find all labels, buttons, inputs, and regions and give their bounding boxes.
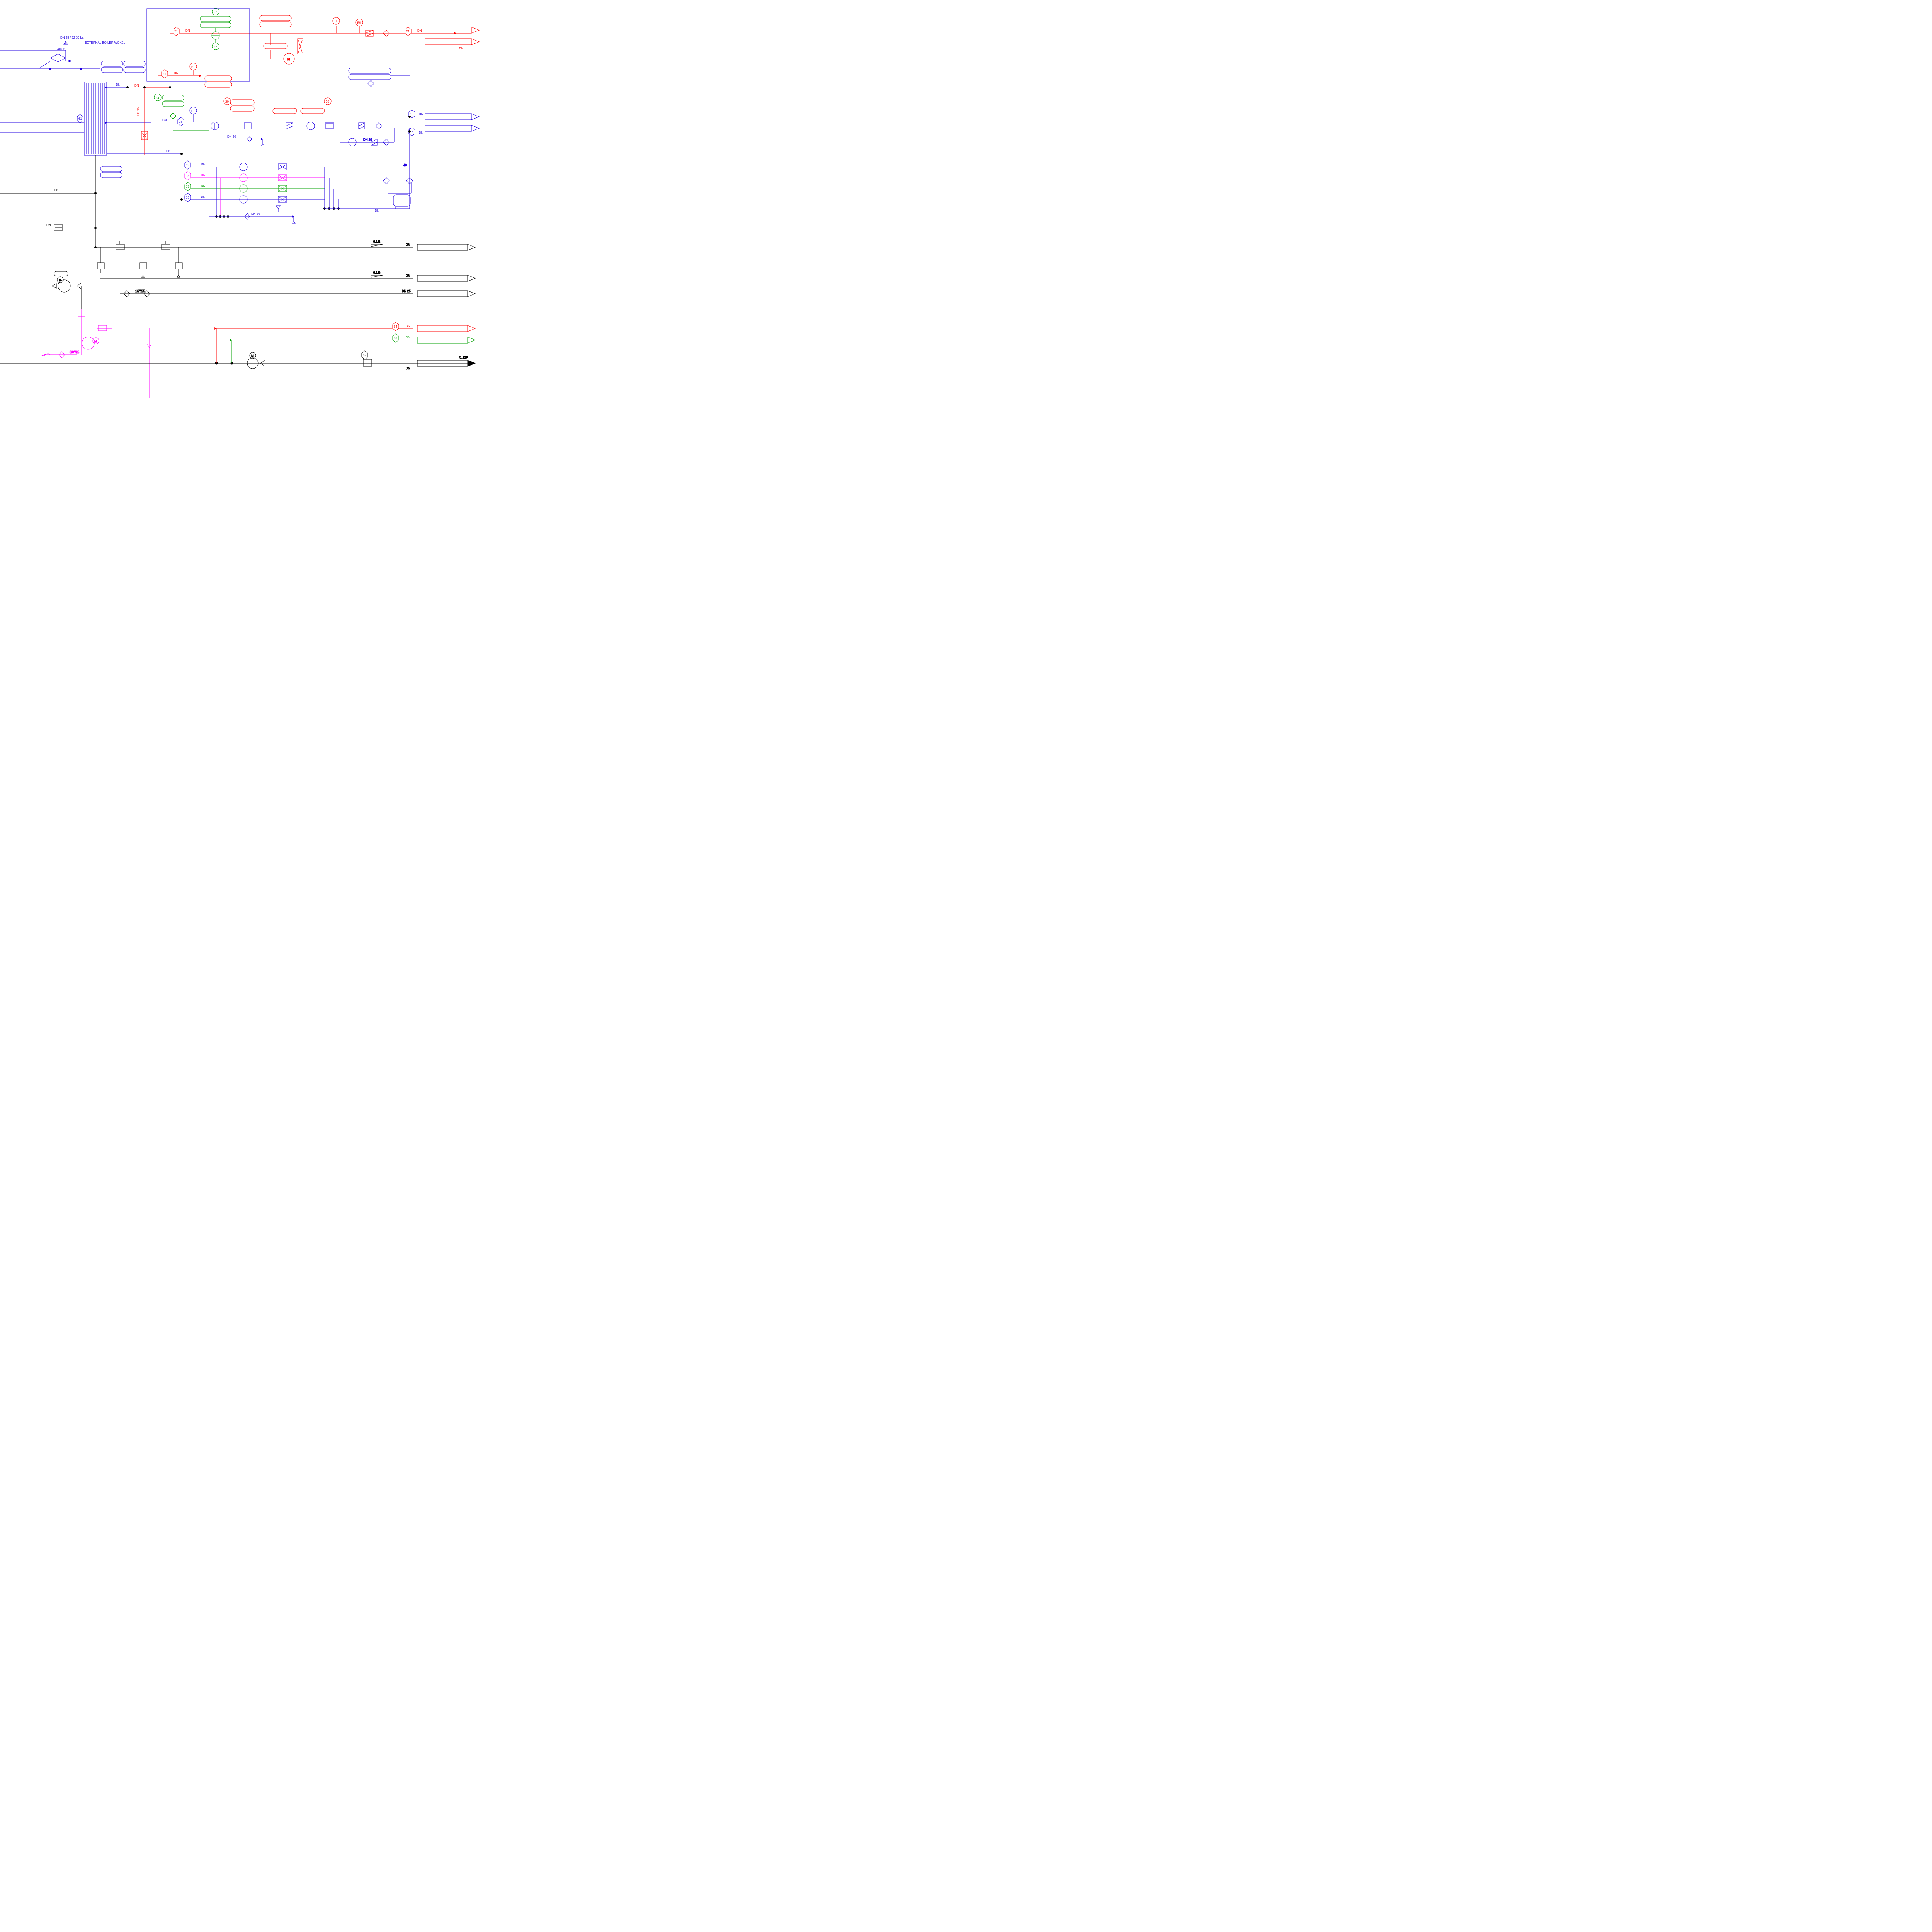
dn-l1: DN (116, 83, 121, 87)
svg-text:24: 24 (156, 96, 159, 100)
svg-text:52: 52 (363, 354, 366, 357)
svg-text:16: 16 (410, 112, 413, 116)
header-group: DN 25 / 32 36 bar EXTERNAL BOILER WOK01 … (0, 36, 145, 73)
tag-24: 24 (154, 94, 161, 101)
dn-l5: DN (46, 223, 51, 227)
svg-text:20: 20 (225, 100, 229, 104)
svg-text:M: M (59, 279, 61, 282)
svg-text:DN: DN (375, 209, 379, 213)
safety-valve-icon (64, 41, 68, 44)
svg-text:DN 20: DN 20 (251, 212, 260, 216)
svg-text:DN: DN (406, 367, 410, 370)
branch-16 (189, 196, 325, 203)
tag-22b: 22 (212, 43, 219, 50)
svg-text:PI: PI (191, 109, 194, 113)
svg-text:1/2"/25: 1/2"/25 (135, 289, 145, 293)
svg-text:21: 21 (163, 72, 166, 76)
svg-text:0,1%: 0,1% (373, 240, 380, 243)
reducer-icon (50, 54, 66, 62)
svg-text:DN: DN (134, 84, 139, 87)
svg-text:/1.12F: /1.12F (459, 356, 468, 359)
svg-text:21: 21 (406, 30, 410, 33)
tag-61: 61 (77, 114, 83, 123)
svg-text:17: 17 (186, 185, 189, 189)
svg-text:DN: DN (201, 163, 206, 166)
svg-text:22: 22 (214, 45, 217, 49)
dn-l3: DN (166, 150, 171, 153)
tag-21c: 21 (162, 70, 168, 78)
svg-text:M: M (251, 354, 254, 358)
frame-22 (147, 9, 250, 81)
dn20-a: DN 20 (227, 135, 236, 138)
svg-text:DN: DN (406, 336, 410, 339)
exchanger-61 (84, 82, 107, 155)
svg-text:16: 16 (179, 120, 182, 124)
svg-text:18: 18 (186, 174, 189, 178)
magenta-net: M 3/8"/25 (41, 309, 151, 398)
dn-r1: DN (185, 29, 190, 32)
svg-text:PI: PI (191, 65, 194, 69)
title-label: EXTERNAL BOILER WOK01 (85, 41, 125, 44)
svg-text:PI: PI (357, 21, 361, 25)
svg-text:DN: DN (406, 274, 410, 277)
spec-label: DN 25 / 32 36 bar (60, 36, 85, 39)
svg-text:61: 61 (78, 117, 82, 121)
dn-l2: DN (162, 119, 167, 122)
svg-text:M: M (287, 58, 290, 61)
svg-text:40: 40 (403, 163, 407, 167)
svg-text:16: 16 (186, 196, 189, 199)
svg-text:3/8"/25: 3/8"/25 (70, 350, 80, 354)
svg-text:M: M (94, 340, 97, 343)
pid-diagram: DN 25 / 32 36 bar EXTERNAL BOILER WOK01 … (0, 0, 495, 398)
svg-text:DN: DN (201, 173, 206, 177)
tag-TI: TI (333, 17, 340, 24)
svg-text:DN: DN (406, 243, 410, 247)
svg-text:DN: DN (419, 112, 423, 116)
svg-text:53: 53 (394, 337, 397, 340)
tag-20a: 20 (224, 98, 231, 105)
svg-text:DN: DN (201, 184, 206, 188)
branch-19 (189, 163, 325, 171)
dn-r3: DN (459, 47, 464, 50)
svg-text:DN: DN (419, 131, 423, 134)
dn15-label: DN 15 (136, 107, 140, 116)
tag-22a: 22 (212, 8, 219, 15)
tag-20b: 20 (324, 98, 331, 105)
dn-r2: DN (417, 29, 422, 32)
svg-text:19: 19 (186, 163, 189, 167)
branch-17 (189, 185, 325, 192)
svg-text:DN: DN (174, 71, 179, 75)
pump-black: M (52, 271, 81, 309)
tag-21b: 21 (405, 27, 411, 36)
red-40-32-label: 40/32 (57, 48, 65, 51)
dn-l4: DN (54, 189, 59, 192)
svg-text:DN: DN (406, 324, 410, 328)
svg-text:20: 20 (326, 100, 329, 104)
tag-16a: 16 (178, 117, 184, 126)
svg-text:TI: TI (334, 20, 337, 23)
svg-text:0,1%: 0,1% (373, 271, 380, 274)
svg-text:54: 54 (394, 325, 397, 328)
svg-text:DN 25: DN 25 (402, 289, 411, 293)
svg-text:22: 22 (214, 10, 217, 14)
svg-text:21: 21 (174, 30, 178, 33)
branch-18 (189, 174, 325, 182)
tag-21a: 21 (173, 27, 179, 36)
svg-text:DN: DN (201, 195, 206, 199)
